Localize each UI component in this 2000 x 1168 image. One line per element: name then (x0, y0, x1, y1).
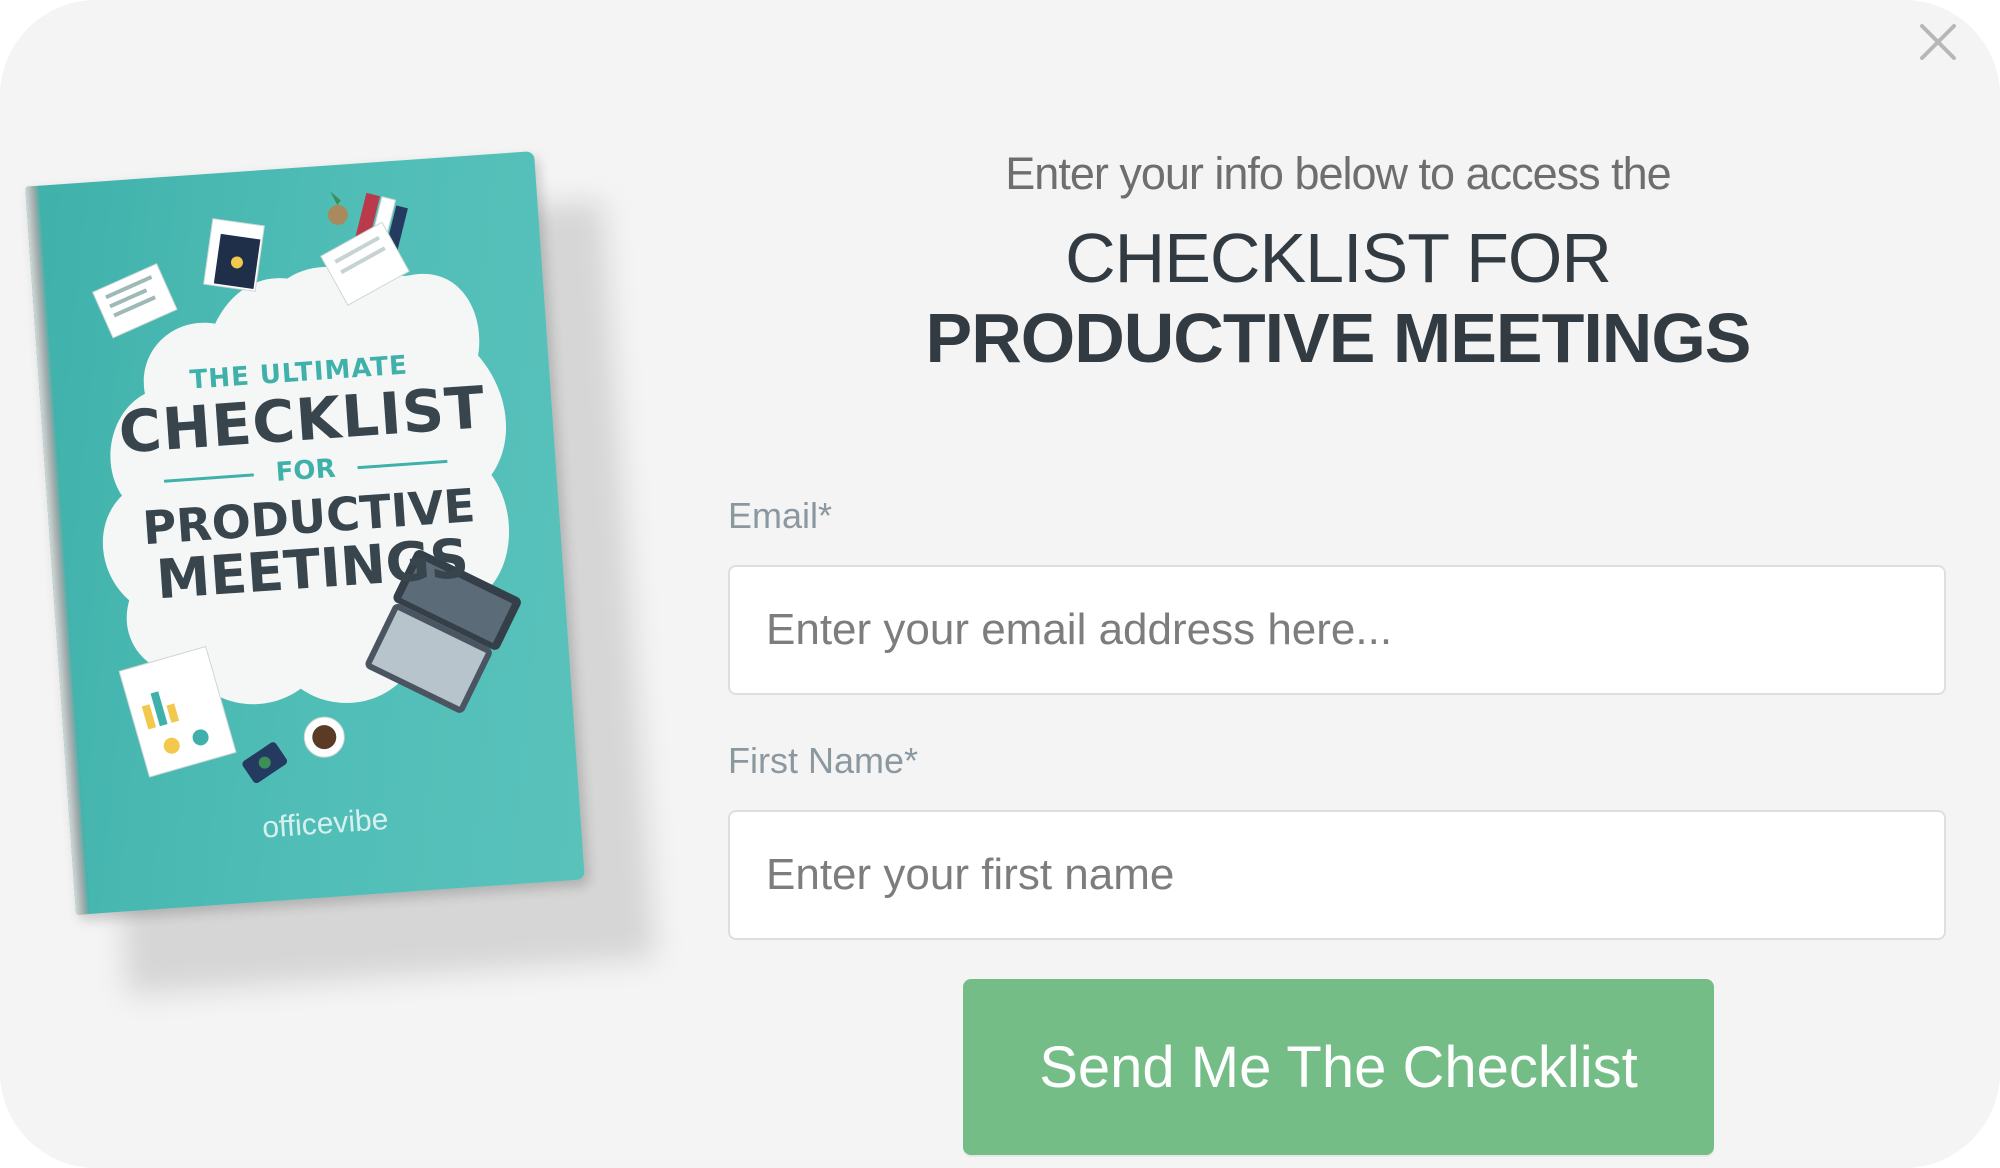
cover-title: THE ULTIMATE CHECKLIST FOR PRODUCTIVE ME… (108, 345, 504, 611)
checklist-optin-modal: THE ULTIMATE CHECKLIST FOR PRODUCTIVE ME… (0, 0, 2000, 1168)
papers-icon (92, 263, 178, 339)
send-checklist-button[interactable]: Send Me The Checklist (963, 979, 1714, 1155)
divider-line (357, 459, 448, 469)
first-name-field[interactable] (728, 810, 1946, 940)
plant-icon (327, 191, 348, 225)
email-field[interactable] (728, 565, 1946, 695)
first-name-label: First Name* (728, 740, 919, 781)
headline-line2: PRODUCTIVE MEETINGS (925, 299, 1752, 377)
close-button[interactable] (1914, 18, 1962, 66)
ebook-cover-image: THE ULTIMATE CHECKLIST FOR PRODUCTIVE ME… (25, 151, 656, 996)
divider-line (163, 472, 254, 483)
intro-text: Enter your info below to access the (1005, 148, 1671, 199)
coffee-cup-icon (303, 716, 345, 758)
cover-label-for: FOR (274, 453, 337, 488)
book: THE ULTIMATE CHECKLIST FOR PRODUCTIVE ME… (25, 151, 585, 915)
phone-icon (242, 742, 288, 784)
email-label: Email* (728, 495, 833, 536)
notebook-icon (203, 218, 265, 292)
close-icon (1920, 24, 1956, 60)
headline-line1: CHECKLIST FOR (1065, 219, 1612, 297)
